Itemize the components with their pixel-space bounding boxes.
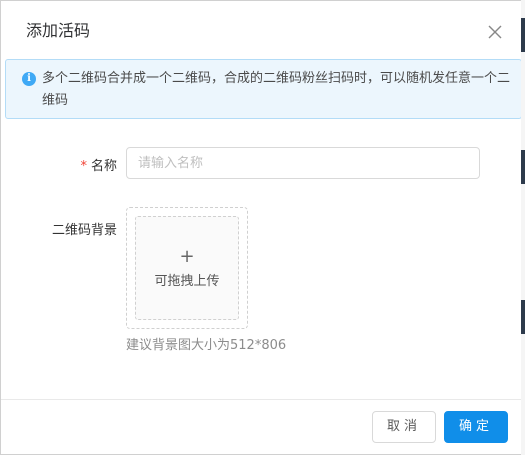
- name-label-text: 名称: [90, 159, 117, 174]
- edge-mark: [521, 300, 525, 334]
- qrcode-background-label: 二维码背景: [51, 223, 117, 238]
- edge-mark: [521, 18, 525, 52]
- background-edge: [521, 0, 525, 455]
- required-mark: *: [80, 159, 87, 174]
- dialog-header: 添加活码: [1, 1, 522, 61]
- footer-divider: [1, 399, 522, 400]
- info-alert: i 多个二维码合并成一个二维码，合成的二维码粉丝扫码时，可以随机发任意一个二维码: [5, 59, 522, 119]
- add-live-code-dialog: 添加活码 i 多个二维码合并成一个二维码，合成的二维码粉丝扫码时，可以随机发任意…: [0, 0, 525, 455]
- name-label: * 名称: [61, 155, 117, 174]
- background-size-hint: 建议背景图大小为512*806: [126, 338, 287, 353]
- plus-icon: +: [179, 245, 195, 267]
- confirm-button[interactable]: 确定: [444, 411, 508, 443]
- upload-text: 可拖拽上传: [154, 273, 220, 289]
- edge-mark: [521, 150, 525, 184]
- background-upload[interactable]: + 可拖拽上传: [126, 207, 248, 329]
- name-input[interactable]: [126, 147, 480, 179]
- info-icon: i: [22, 72, 36, 86]
- upload-dropzone[interactable]: + 可拖拽上传: [135, 216, 239, 320]
- close-icon[interactable]: [486, 23, 504, 41]
- dialog-title: 添加活码: [26, 21, 91, 40]
- alert-text: 多个二维码合并成一个二维码，合成的二维码粉丝扫码时，可以随机发任意一个二维码: [42, 71, 511, 108]
- cancel-button[interactable]: 取消: [372, 411, 436, 443]
